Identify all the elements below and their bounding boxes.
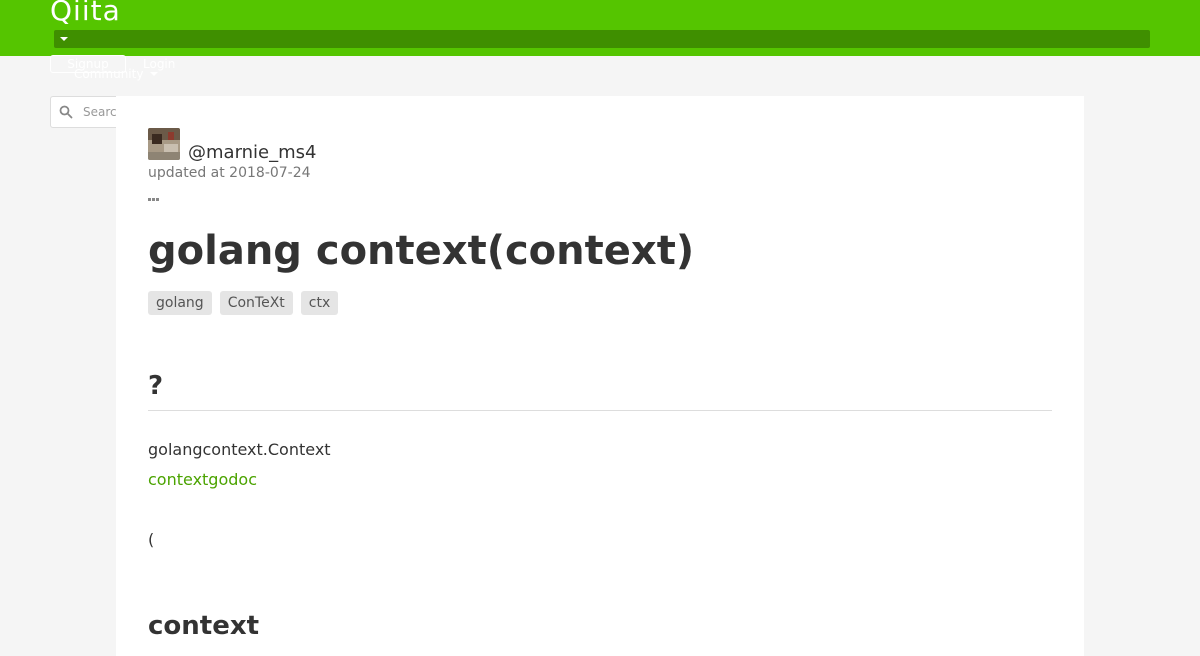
heading-divider [148, 410, 1052, 411]
body-paragraph: ( [148, 530, 155, 549]
tag-context[interactable]: ConTeXt [219, 291, 293, 315]
qiita-logo[interactable]: Qiita [50, 0, 121, 28]
login-link[interactable]: Login [143, 56, 175, 72]
more-options-icon[interactable] [148, 186, 164, 201]
body-paragraph: golangcontext.Context [148, 440, 331, 459]
article-card: @marnie_ms4 updated at 2018-07-24 golang… [116, 96, 1084, 656]
search-icon [59, 105, 73, 119]
section-heading-context: context [148, 611, 260, 641]
tag-ctx[interactable]: ctx [300, 291, 339, 315]
section-heading: ? [148, 371, 164, 401]
top-navbar: Qiita [0, 0, 1200, 56]
tag-list: golang ConTeXt ctx [148, 291, 339, 315]
author-avatar[interactable] [148, 128, 180, 160]
avatar-image [148, 128, 180, 160]
tag-golang[interactable]: golang [148, 291, 212, 315]
caret-down-icon [60, 37, 68, 41]
community-caret-down-icon [150, 72, 158, 76]
article-title: golang context(context) [148, 228, 695, 274]
community-link[interactable]: Community [74, 66, 143, 82]
godoc-link[interactable]: contextgodoc [148, 470, 257, 490]
updated-timestamp: updated at 2018-07-24 [148, 165, 311, 181]
author-username[interactable]: @marnie_ms4 [188, 142, 317, 164]
nav-dropdown-toggle[interactable] [54, 30, 1150, 48]
